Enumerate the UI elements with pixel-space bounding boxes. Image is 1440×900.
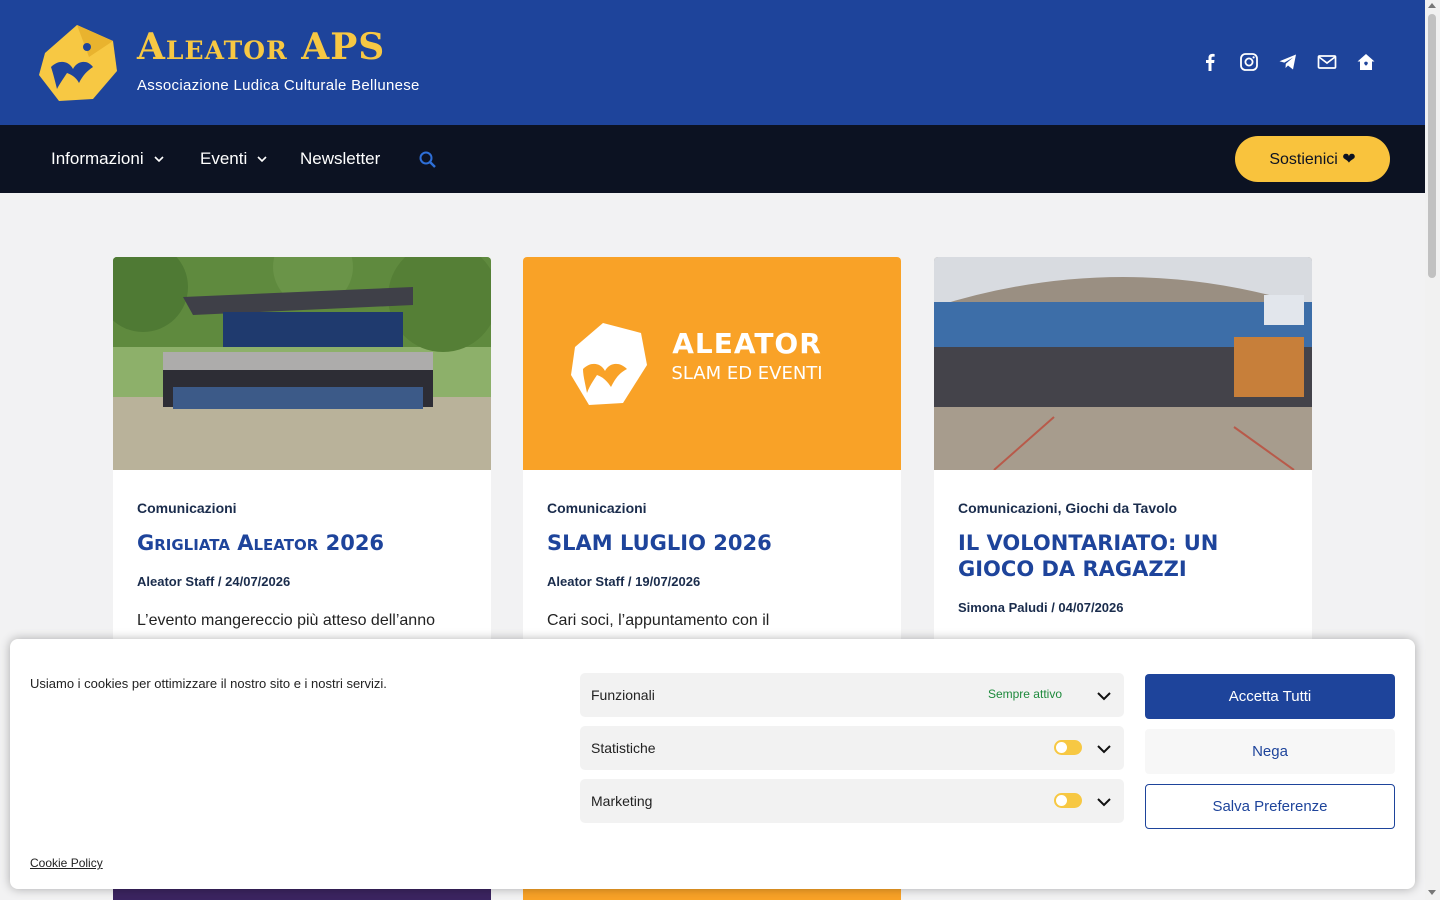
post-title[interactable]: IL VOLONTARIATO: UN GIOCO DA RAGAZZI [958,530,1288,582]
post-category[interactable]: Giochi da Tavolo [1065,500,1177,516]
marketing-toggle[interactable] [1054,793,1082,808]
nav-item-label: Eventi [200,149,248,168]
post-categories: Comunicazioni, Giochi da Tavolo [958,500,1178,516]
scroll-up-arrow-icon[interactable] [1428,3,1436,8]
post-card[interactable]: Comunicazioni, Giochi da Tavolo IL VOLON… [934,257,1312,657]
nav-item-newsletter[interactable]: Newsletter [300,125,380,193]
always-active-label: Sempre attivo [987,687,1062,701]
scroll-down-arrow-icon[interactable] [1428,890,1436,895]
cookie-category-marketing[interactable]: Marketing [580,779,1124,823]
social-links [1200,50,1376,74]
cookie-category-label: Marketing [591,793,653,809]
chevron-down-icon [257,156,267,163]
post-author[interactable]: Simona Paludi [958,600,1048,615]
image-text-slam: SLAM ED EVENTI [671,363,822,384]
nav-item-label: Newsletter [300,149,381,168]
cookie-banner: Usiamo i cookies per ottimizzare il nost… [10,639,1415,889]
post-excerpt: L’evento mangereccio più atteso dell’ann… [137,612,435,629]
post-category[interactable]: Comunicazioni [958,500,1058,516]
cookie-category-label: Statistiche [591,740,656,756]
telegram-icon[interactable] [1278,50,1298,74]
post-image[interactable] [113,257,491,470]
accept-all-button[interactable]: Accetta Tutti [1145,674,1395,719]
chevron-down-icon[interactable] [1096,688,1112,704]
post-date: 04/07/2026 [1058,600,1124,615]
nav-item-informazioni[interactable]: Informazioni [51,125,164,193]
post-meta: Aleator Staff / 24/07/2026 [137,574,291,589]
search-icon[interactable] [418,150,438,170]
nav-item-eventi[interactable]: Eventi [200,125,267,193]
post-meta: Simona Paludi / 04/07/2026 [958,600,1124,615]
site-header: Aleator APS Associazione Ludica Cultural… [0,0,1425,125]
cookie-category-label: Funzionali [591,687,655,703]
main-navigation: Informazioni Eventi Newsletter [0,125,1425,193]
statistiche-toggle[interactable] [1054,740,1082,755]
aleator-logo-icon[interactable] [37,23,119,103]
cookie-category-statistiche[interactable]: Statistiche [580,726,1124,770]
post-meta: Aleator Staff / 19/07/2026 [547,574,701,589]
page-scrollbar[interactable] [1425,0,1440,900]
chevron-down-icon[interactable] [1096,741,1112,757]
site-title[interactable]: Aleator APS [137,26,385,68]
post-title[interactable]: SLAM LUGLIO 2026 [547,530,877,556]
chevron-down-icon [154,156,164,163]
scrollbar-thumb[interactable] [1428,14,1436,278]
post-category[interactable]: Comunicazioni [547,500,647,516]
post-date: 24/07/2026 [225,574,291,589]
donate-button[interactable]: Sostienici ❤ [1235,136,1390,182]
chevron-down-icon[interactable] [1096,794,1112,810]
post-author[interactable]: Aleator Staff [137,574,214,589]
cookie-category-funzionali[interactable]: Funzionali Sempre attivo [580,673,1124,717]
deny-button[interactable]: Nega [1145,729,1395,774]
image-text-aleator: ALEATOR [672,327,822,360]
facebook-icon[interactable] [1200,50,1220,74]
post-title[interactable]: Grigliata Aleator 2026 [137,530,467,556]
site-subtitle: Associazione Ludica Culturale Bellunese [137,77,420,94]
cookie-policy-link[interactable]: Cookie Policy [30,856,103,870]
save-preferences-button[interactable]: Salva Preferenze [1145,784,1395,829]
post-category[interactable]: Comunicazioni [137,500,237,516]
post-card[interactable]: ALEATOR SLAM ED EVENTI Comunicazioni SLA… [523,257,901,657]
post-image[interactable]: ALEATOR SLAM ED EVENTI [523,257,901,470]
post-card[interactable]: Comunicazioni Grigliata Aleator 2026 Ale… [113,257,491,657]
instagram-icon[interactable] [1239,50,1259,74]
home-icon[interactable] [1356,50,1376,74]
mail-icon[interactable] [1317,50,1337,74]
post-image[interactable] [934,257,1312,470]
cookie-message: Usiamo i cookies per ottimizzare il nost… [30,676,387,691]
post-author[interactable]: Aleator Staff [547,574,624,589]
nav-item-label: Informazioni [51,149,144,168]
post-excerpt: Cari soci, l’appuntamento con il [547,612,770,629]
post-date: 19/07/2026 [635,574,701,589]
